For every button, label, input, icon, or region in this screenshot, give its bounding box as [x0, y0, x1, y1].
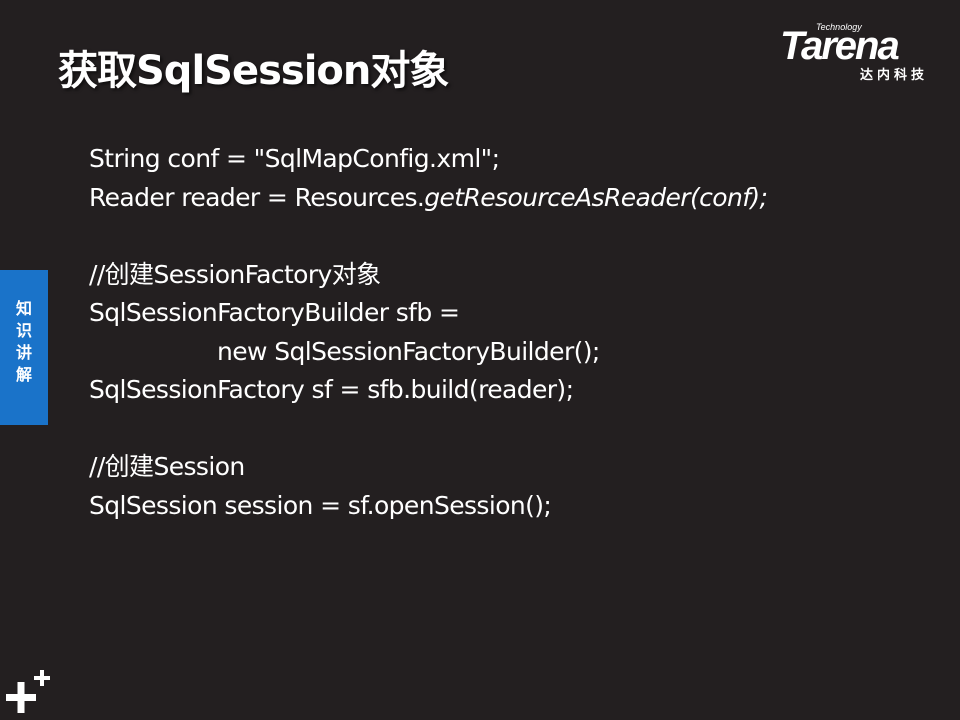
knowledge-section-tab: 知 识 讲 解 [0, 270, 48, 425]
code-block: String conf = "SqlMapConfig.xml"; Reader… [89, 140, 929, 525]
logo-chinese-name: 达内科技 [860, 68, 929, 83]
code-line: SqlSession session = sf.openSession(); [89, 490, 552, 520]
code-comment: //创建Session [89, 452, 245, 481]
code-line: new SqlSessionFactoryBuilder(); [217, 336, 600, 366]
slide-title: 获取SqlSession对象 [58, 48, 449, 94]
side-tab-char: 讲 [15, 343, 32, 362]
code-method-call: getResourceAsReader(conf); [424, 182, 768, 212]
side-tab-char: 解 [15, 365, 32, 384]
slide: 获取SqlSession对象 Tarena Technology 达内科技 知 … [0, 0, 960, 720]
code-comment: //创建SessionFactory对象 [89, 259, 381, 289]
logo-tagline: Technology [816, 22, 862, 32]
side-tab-label: 知 识 讲 解 [0, 298, 48, 386]
code-line: String conf = "SqlMapConfig.xml"; [89, 144, 500, 173]
code-line: SqlSessionFactoryBuilder sfb = [89, 298, 460, 327]
code-line: SqlSessionFactory sf = sfb.build(reader)… [89, 375, 574, 404]
side-tab-char: 识 [15, 321, 32, 340]
side-tab-char: 知 [15, 299, 32, 318]
code-text: Reader reader = Resources. [89, 182, 425, 212]
tarena-logo: Tarena Technology 达内科技 [780, 22, 950, 84]
code-line: Reader reader = Resources.getResourceAsR… [89, 179, 929, 218]
plus-icon [6, 670, 50, 713]
